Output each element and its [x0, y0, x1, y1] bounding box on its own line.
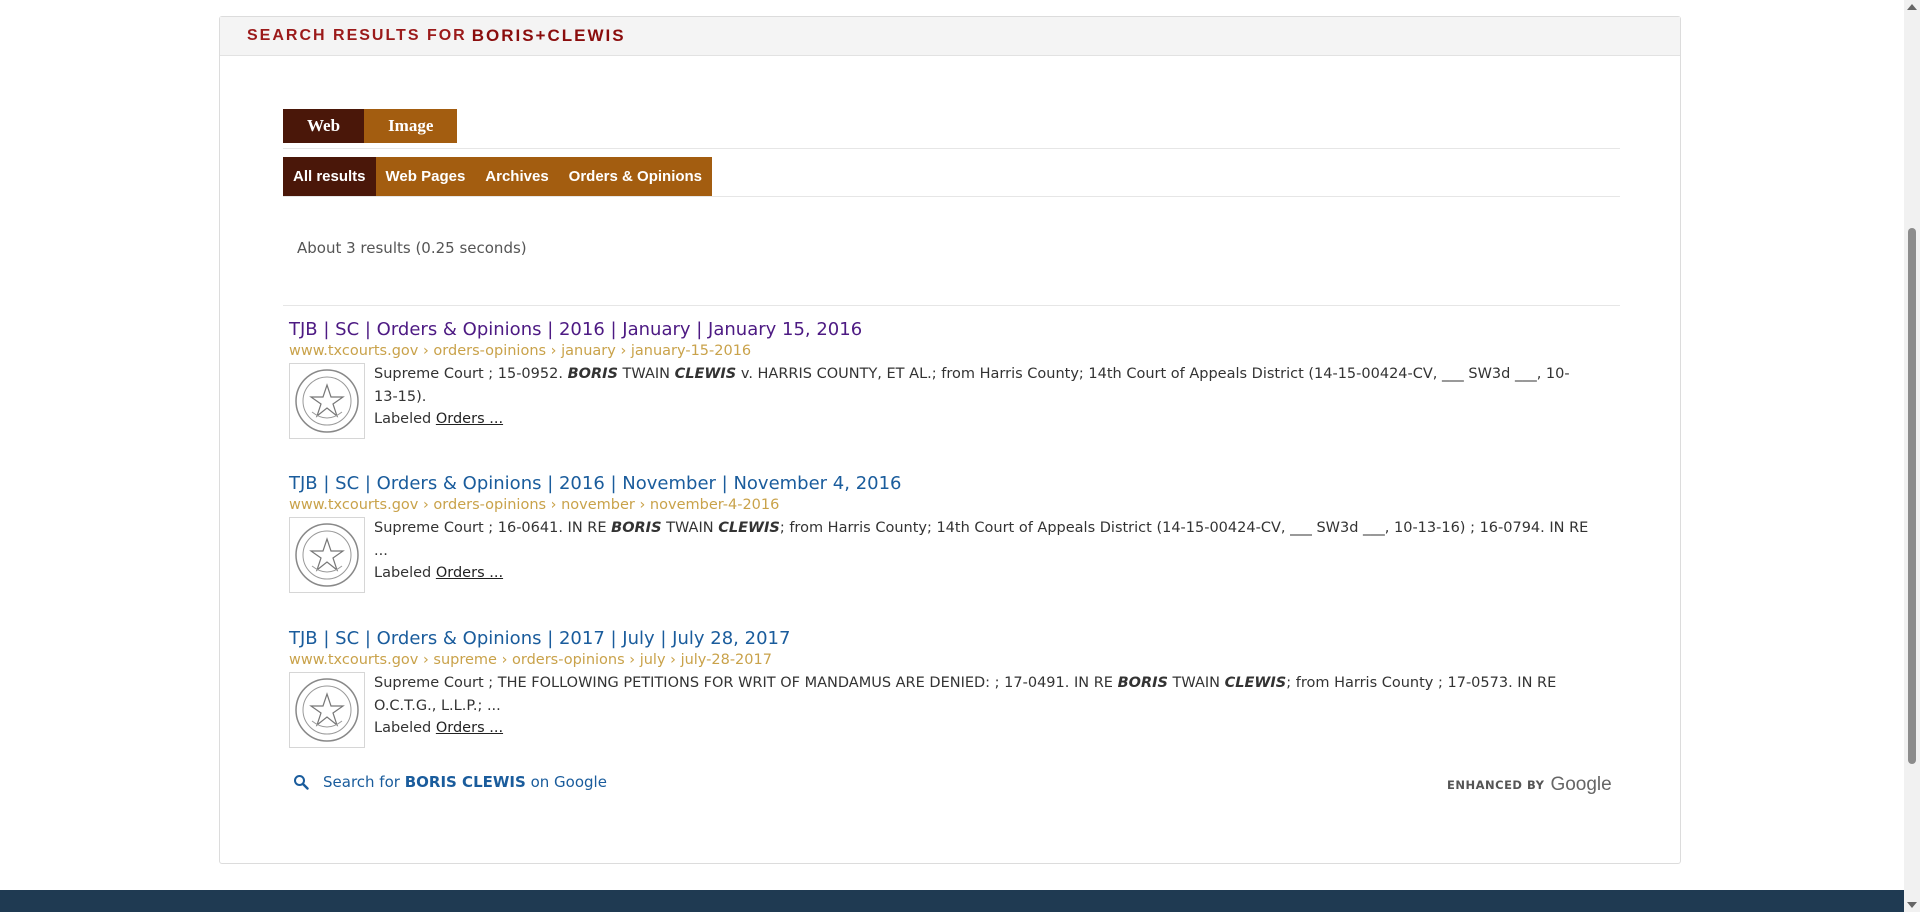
- snippet-highlight: BORIS: [611, 520, 662, 536]
- results-divider: [283, 305, 1620, 306]
- snippet-highlight: BORIS: [567, 366, 618, 382]
- url-crumb: july-28-2017: [680, 652, 772, 668]
- google-search-prefix: Search for: [323, 773, 400, 791]
- search-result: TJB | SC | Orders & Opinions | 2016 | Ja…: [289, 319, 1589, 439]
- search-icon: [294, 775, 309, 790]
- google-search-term: BORIS CLEWIS: [404, 773, 526, 791]
- url-crumb: orders-opinions: [433, 497, 547, 513]
- snippet-highlight: BORIS: [1117, 675, 1168, 691]
- url-crumb: orders-opinions: [433, 343, 547, 359]
- scrollbar-thumb[interactable]: [1908, 228, 1916, 764]
- snippet-text: Supreme Court ; 16-0641. IN RE: [374, 520, 612, 536]
- result-url: www.txcourts.gov › supreme › orders-opin…: [289, 652, 772, 668]
- search-results-panel: SEARCH RESULTS FOR BORIS+CLEWIS Web Imag…: [219, 16, 1681, 864]
- enhanced-by-google[interactable]: ENHANCED BY Google: [1447, 774, 1612, 796]
- result-thumbnail-seal[interactable]: [289, 672, 365, 748]
- search-result: TJB | SC | Orders & Opinions | 2016 | No…: [289, 473, 1589, 593]
- url-crumb: january: [561, 343, 616, 359]
- result-url: www.txcourts.gov › orders-opinions › nov…: [289, 497, 780, 513]
- subtabs-divider: [283, 196, 1620, 197]
- url-domain: www.txcourts.gov: [289, 652, 419, 668]
- result-label: Labeled Orders ...: [374, 562, 1589, 585]
- url-domain: www.txcourts.gov: [289, 343, 419, 359]
- url-crumb: july: [639, 652, 666, 668]
- search-type-tabs: Web Image: [283, 109, 458, 143]
- result-label: Labeled Orders ...: [374, 408, 1589, 431]
- url-crumb: january-15-2016: [630, 343, 752, 359]
- snippet-text: TWAIN: [617, 366, 675, 382]
- snippet-highlight: CLEWIS: [718, 520, 780, 536]
- tab-web-pages[interactable]: Web Pages: [376, 157, 476, 196]
- scroll-up-arrow-icon[interactable]: [1907, 4, 1917, 10]
- url-crumb: november: [561, 497, 635, 513]
- result-thumbnail-seal[interactable]: [289, 363, 365, 439]
- url-crumb: orders-opinions: [512, 652, 625, 668]
- google-logo: Google: [1550, 774, 1612, 795]
- snippet-text: TWAIN: [1167, 675, 1225, 691]
- url-crumb: supreme: [433, 652, 497, 668]
- url-crumb: november-4-2016: [649, 497, 780, 513]
- results-header-prefix: SEARCH RESULTS FOR: [247, 27, 467, 44]
- google-search-suffix: on Google: [530, 773, 607, 791]
- refinement-tabs: All results Web Pages Archives Orders & …: [283, 157, 713, 196]
- enhanced-by-label: ENHANCED BY: [1447, 778, 1545, 792]
- snippet-highlight: CLEWIS: [674, 366, 737, 382]
- snippet-highlight: CLEWIS: [1224, 675, 1287, 691]
- tab-all-results[interactable]: All results: [283, 157, 376, 196]
- snippet-text: Supreme Court ; THE FOLLOWING PETITIONS …: [374, 675, 1118, 691]
- texas-seal-icon: [295, 523, 359, 587]
- label-prefix: Labeled: [374, 720, 432, 736]
- snippet-text: TWAIN: [661, 520, 719, 536]
- result-snippet: Supreme Court ; THE FOLLOWING PETITIONS …: [374, 672, 1589, 748]
- scroll-down-arrow-icon[interactable]: [1907, 902, 1917, 908]
- search-result: TJB | SC | Orders & Opinions | 2017 | Ju…: [289, 628, 1589, 748]
- tabs-divider: [283, 148, 1620, 149]
- result-snippet: Supreme Court ; 15-0952. BORIS TWAIN CLE…: [374, 363, 1589, 439]
- result-label: Labeled Orders ...: [374, 717, 1589, 740]
- label-orders-link[interactable]: Orders ...: [436, 411, 503, 427]
- label-orders-link[interactable]: Orders ...: [436, 565, 503, 581]
- label-orders-link[interactable]: Orders ...: [436, 720, 503, 736]
- label-prefix: Labeled: [374, 411, 432, 427]
- search-on-google-text: Search for BORIS CLEWIS on Google: [323, 773, 607, 791]
- url-domain: www.txcourts.gov: [289, 497, 419, 513]
- tab-orders-opinions[interactable]: Orders & Opinions: [559, 157, 712, 196]
- vertical-scrollbar[interactable]: [1904, 0, 1920, 912]
- page-footer: [0, 890, 1904, 912]
- result-url: www.txcourts.gov › orders-opinions › jan…: [289, 343, 752, 359]
- results-header: SEARCH RESULTS FOR BORIS+CLEWIS: [220, 17, 1680, 56]
- label-prefix: Labeled: [374, 565, 432, 581]
- search-on-google-link[interactable]: Search for BORIS CLEWIS on Google: [293, 773, 607, 791]
- result-count: About 3 results (0.25 seconds): [297, 239, 527, 257]
- result-title-link[interactable]: TJB | SC | Orders & Opinions | 2016 | No…: [289, 473, 1589, 494]
- tab-image[interactable]: Image: [364, 109, 458, 143]
- tab-web[interactable]: Web: [283, 109, 365, 143]
- texas-seal-icon: [295, 678, 359, 742]
- snippet-text: Supreme Court ; 15-0952.: [374, 366, 568, 382]
- result-thumbnail-seal[interactable]: [289, 517, 365, 593]
- result-title-link[interactable]: TJB | SC | Orders & Opinions | 2017 | Ju…: [289, 628, 1589, 649]
- tab-archives[interactable]: Archives: [475, 157, 558, 196]
- result-title-link[interactable]: TJB | SC | Orders & Opinions | 2016 | Ja…: [289, 319, 1589, 340]
- texas-seal-icon: [295, 369, 359, 433]
- results-header-query: BORIS+CLEWIS: [471, 26, 626, 45]
- result-snippet: Supreme Court ; 16-0641. IN RE BORIS TWA…: [374, 517, 1589, 593]
